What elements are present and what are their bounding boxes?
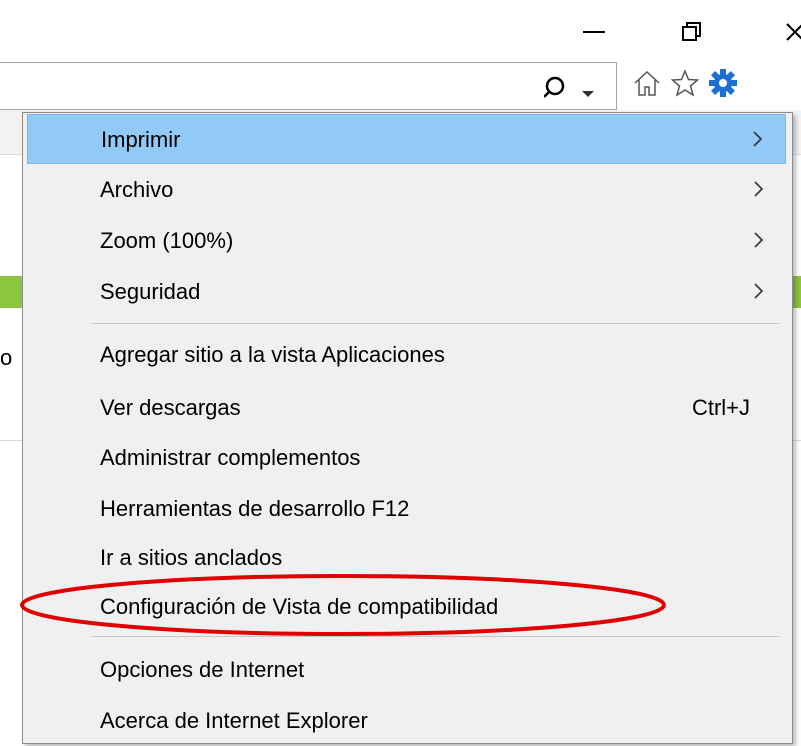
menu-item-label: Opciones de Internet [100,657,305,682]
favorites-star-icon[interactable] [670,68,700,103]
tools-menu: Imprimir Archivo Zoom (100%) Seguridad A… [22,112,793,744]
settings-gear-icon[interactable] [708,68,738,103]
menu-item-label: Ir a sitios anclados [100,545,283,570]
home-icon[interactable] [632,68,662,103]
chevron-right-icon [754,181,764,202]
menu-item-vista-compatibilidad[interactable]: Configuración de Vista de compatibilidad [27,582,786,632]
menu-item-seguridad[interactable]: Seguridad [27,267,786,317]
menu-separator [91,323,779,324]
search-icon[interactable] [543,75,570,106]
chevron-down-icon[interactable] [582,86,594,104]
page-text-fragment: o [0,345,13,370]
menu-item-acerca-ie[interactable]: Acerca de Internet Explorer [27,696,786,746]
menu-item-label: Ver descargas [100,395,241,420]
minimize-button[interactable] [574,12,614,52]
menu-item-administrar-complementos[interactable]: Administrar complementos [27,433,786,483]
menu-item-agregar-sitio[interactable]: Agregar sitio a la vista Aplicaciones [27,330,786,380]
menu-item-herramientas-desarrollo[interactable]: Herramientas de desarrollo F12 [27,484,786,534]
browser-toolbar [632,62,738,108]
menu-item-archivo[interactable]: Archivo [27,165,786,215]
menu-item-opciones-internet[interactable]: Opciones de Internet [27,645,786,695]
menu-item-imprimir[interactable]: Imprimir [27,114,786,164]
menu-item-label: Archivo [100,177,174,202]
menu-item-sitios-anclados[interactable]: Ir a sitios anclados [27,533,786,583]
menu-item-label: Administrar complementos [100,445,361,470]
menu-item-label: Agregar sitio a la vista Aplicaciones [100,342,445,367]
menu-separator [91,636,779,637]
close-icon [786,23,801,41]
menu-item-label: Seguridad [100,279,201,304]
chevron-right-icon [753,131,763,152]
menu-item-label: Acerca de Internet Explorer [100,708,368,733]
menu-item-label: Herramientas de desarrollo F12 [100,496,410,521]
menu-item-label: Configuración de Vista de compatibilidad [100,594,499,619]
close-button[interactable] [780,12,801,52]
address-bar[interactable] [0,62,617,110]
menu-item-label: Imprimir [101,127,181,152]
menu-item-label: Zoom (100%) [100,228,234,253]
minimize-icon [583,31,605,33]
chevron-right-icon [754,232,764,253]
shortcut-label: Ctrl+J [691,395,750,420]
restore-icon [682,22,701,41]
menu-item-ver-descargas[interactable]: Ver descargas Ctrl+J [27,383,786,433]
chevron-right-icon [754,283,764,304]
menu-item-zoom[interactable]: Zoom (100%) [27,216,786,266]
restore-button[interactable] [672,12,712,52]
